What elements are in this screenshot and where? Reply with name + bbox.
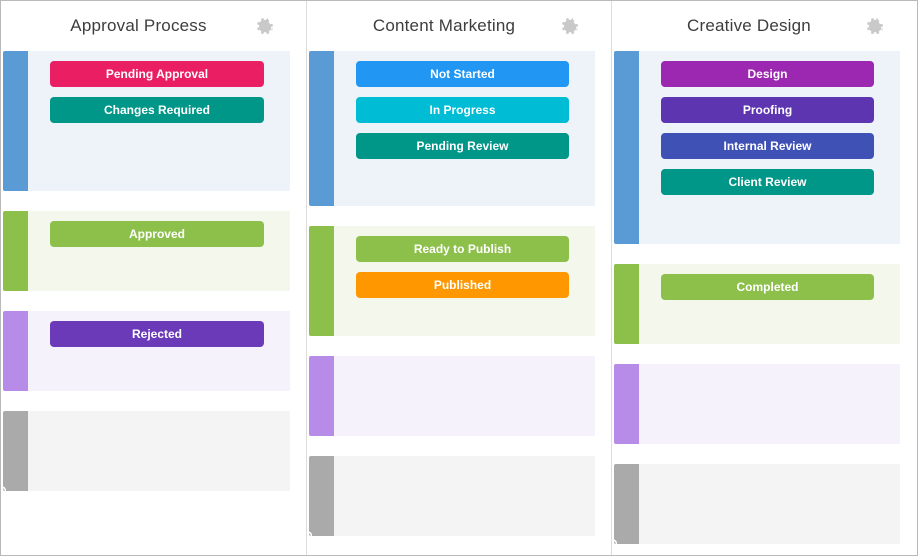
swimlane-strip[interactable]: ON HOLD	[309, 356, 334, 436]
gear-icon[interactable]	[254, 15, 276, 37]
status-chip-list: Rejected	[28, 321, 290, 347]
column-title: Approval Process	[70, 16, 206, 36]
swimlane-active: ACTIVE Pending Approval Changes Required	[3, 51, 290, 191]
status-chip-ready-to-publish[interactable]: Ready to Publish	[356, 236, 569, 262]
swimlane-list-1: ACTIVE Not Started In Progress Pending Revi…	[307, 51, 611, 536]
swimlane-label: FINISHED	[309, 255, 322, 336]
column-header-2: Creative Design	[612, 1, 916, 51]
board-column-2: Creative Design ACTIVE Design Proofing Inter…	[611, 1, 916, 555]
status-chip-list: Pending Approval Changes Required	[28, 61, 290, 123]
swimlane-cancelled: CANCELLED	[3, 411, 290, 491]
board-column-1: Content Marketing ACTIVE Not Started In Pro…	[306, 1, 611, 555]
swimlane-body	[334, 456, 595, 536]
swimlane-cancelled: CANCELLED	[614, 464, 900, 544]
status-chip-not-started[interactable]: Not Started	[356, 61, 569, 87]
swimlane-finished: FINISHED Ready to Publish Published	[309, 226, 595, 336]
swimlane-strip[interactable]: CANCELLED	[614, 464, 639, 544]
status-chip-pending-review[interactable]: Pending Review	[356, 133, 569, 159]
swimlane-list-2: ACTIVE Design Proofing Internal Review Clien…	[612, 51, 916, 544]
status-chip-published[interactable]: Published	[356, 272, 569, 298]
status-chip-rejected[interactable]: Rejected	[50, 321, 264, 347]
swimlane-strip[interactable]: ACTIVE	[309, 51, 334, 206]
status-chip-approved[interactable]: Approved	[50, 221, 264, 247]
swimlane-strip[interactable]: ACTIVE	[614, 51, 639, 244]
swimlane-body: Ready to Publish Published	[334, 226, 595, 336]
swimlane-body: Pending Approval Changes Required	[28, 51, 290, 191]
swimlane-strip[interactable]: ON HOLD	[3, 311, 28, 391]
status-chip-completed[interactable]: Completed	[661, 274, 874, 300]
swimlane-body	[639, 364, 900, 444]
swimlane-body	[639, 464, 900, 544]
swimlane-body: Rejected	[28, 311, 290, 391]
swimlane-strip[interactable]: FINISHED	[309, 226, 334, 336]
swimlane-strip[interactable]: ACTIVE	[3, 51, 28, 191]
status-chip-pending-approval[interactable]: Pending Approval	[50, 61, 264, 87]
swimlane-strip[interactable]: FINISHED	[614, 264, 639, 344]
swimlane-body	[334, 356, 595, 436]
swimlane-body: Completed	[639, 264, 900, 344]
swimlane-body: Not Started In Progress Pending Review	[334, 51, 595, 206]
gear-icon[interactable]	[864, 15, 886, 37]
column-header-1: Content Marketing	[307, 1, 611, 51]
swimlane-label: ACTIVE	[3, 110, 16, 191]
swimlane-label: ON HOLD	[3, 311, 16, 391]
swimlane-label: CANCELLED	[614, 464, 627, 544]
column-header-0: Approval Process	[1, 1, 306, 51]
status-chip-changes-required[interactable]: Changes Required	[50, 97, 264, 123]
swimlane-strip[interactable]: CANCELLED	[309, 456, 334, 536]
swimlane-label: CANCELLED	[3, 411, 16, 491]
swimlane-on-hold: ON HOLD	[309, 356, 595, 436]
status-chip-proofing[interactable]: Proofing	[661, 97, 874, 123]
status-chip-design[interactable]: Design	[661, 61, 874, 87]
status-chip-internal-review[interactable]: Internal Review	[661, 133, 874, 159]
workflow-board: Approval Process ACTIVE Pending Approval Ch…	[1, 1, 917, 555]
swimlane-label: FINISHED	[614, 264, 627, 344]
status-chip-list: Completed	[639, 274, 900, 300]
swimlane-cancelled: CANCELLED	[309, 456, 595, 536]
swimlane-finished: FINISHED Approved	[3, 211, 290, 291]
status-chip-in-progress[interactable]: In Progress	[356, 97, 569, 123]
status-chip-client-review[interactable]: Client Review	[661, 169, 874, 195]
workflow-board-window: Approval Process ACTIVE Pending Approval Ch…	[0, 0, 918, 556]
swimlane-on-hold: ON HOLD	[614, 364, 900, 444]
swimlane-strip[interactable]: CANCELLED	[3, 411, 28, 491]
swimlane-label: FINISHED	[3, 211, 16, 291]
swimlane-label: ACTIVE	[309, 125, 322, 206]
swimlane-finished: FINISHED Completed	[614, 264, 900, 344]
status-chip-list: Ready to Publish Published	[334, 236, 595, 298]
gear-icon[interactable]	[559, 15, 581, 37]
column-title: Content Marketing	[373, 16, 515, 36]
status-chip-list: Not Started In Progress Pending Review	[334, 61, 595, 159]
swimlane-active: ACTIVE Not Started In Progress Pending Revi…	[309, 51, 595, 206]
swimlane-list-0: ACTIVE Pending Approval Changes Required FI…	[1, 51, 306, 491]
swimlane-active: ACTIVE Design Proofing Internal Review Clien…	[614, 51, 900, 244]
swimlane-on-hold: ON HOLD Rejected	[3, 311, 290, 391]
swimlane-body: Design Proofing Internal Review Client Revi…	[639, 51, 900, 244]
board-column-0: Approval Process ACTIVE Pending Approval Ch…	[1, 1, 306, 555]
swimlane-body: Approved	[28, 211, 290, 291]
swimlane-strip[interactable]: FINISHED	[3, 211, 28, 291]
swimlane-label: ON HOLD	[614, 364, 627, 444]
swimlane-label: ACTIVE	[614, 163, 627, 244]
status-chip-list: Approved	[28, 221, 290, 247]
swimlane-strip[interactable]: ON HOLD	[614, 364, 639, 444]
swimlane-label: CANCELLED	[309, 456, 322, 536]
swimlane-label: ON HOLD	[309, 356, 322, 436]
swimlane-body	[28, 411, 290, 491]
status-chip-list: Design Proofing Internal Review Client Revi…	[639, 61, 900, 195]
column-title: Creative Design	[687, 16, 811, 36]
